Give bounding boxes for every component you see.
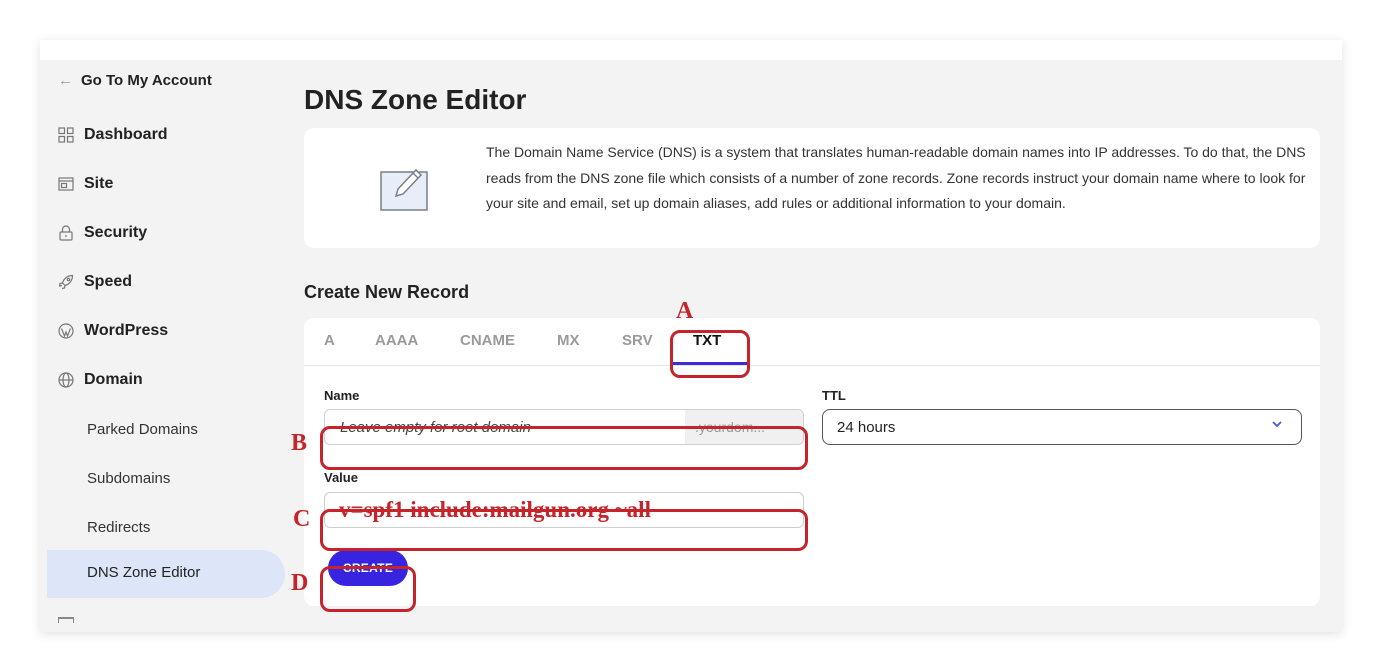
globe-icon xyxy=(58,372,74,388)
domain-suffix: .yourdom... xyxy=(685,410,803,444)
edit-note-icon xyxy=(378,162,430,214)
ttl-value: 24 hours xyxy=(837,418,896,436)
tab-a[interactable]: A xyxy=(324,332,335,349)
sidebar-item-dashboard[interactable]: Dashboard xyxy=(58,123,168,147)
app-window: ← Go To My Account Dashboard Site Securi… xyxy=(40,40,1342,632)
arrow-left-icon: ← xyxy=(58,72,73,89)
sidebar-item-label: WordPress xyxy=(84,322,169,339)
name-placeholder: Leave empty for root domain xyxy=(340,418,531,436)
tab-srv[interactable]: SRV xyxy=(622,332,653,349)
sidebar: ← Go To My Account Dashboard Site Securi… xyxy=(40,60,290,632)
tab-aaaa[interactable]: AAAA xyxy=(375,332,418,349)
sidebar-item-wordpress[interactable]: WordPress xyxy=(58,319,168,343)
name-input[interactable]: Leave empty for root domain .yourdom... xyxy=(324,409,804,445)
sidebar-item-site[interactable]: Site xyxy=(58,172,113,196)
grid-icon xyxy=(58,127,74,143)
sidebar-item-label: Security xyxy=(84,224,148,241)
sidebar-subitem-dns-zone-editor[interactable]: DNS Zone Editor xyxy=(47,550,285,598)
sidebar-subitem-label: Subdomains xyxy=(87,469,171,487)
create-record-card: A AAAA CNAME MX SRV TXT Name Leave empty… xyxy=(304,318,1320,606)
sidebar-item-speed[interactable]: Speed xyxy=(58,270,132,294)
active-tab-indicator xyxy=(670,362,750,365)
sidebar-item-label: Speed xyxy=(84,273,133,290)
sidebar-item-label: Domain xyxy=(84,371,143,388)
sidebar-item-label: Dashboard xyxy=(84,126,168,143)
sidebar-subitem-parked-domains[interactable]: Parked Domains xyxy=(87,417,198,441)
lock-icon xyxy=(58,225,74,241)
ttl-label: TTL xyxy=(822,388,846,403)
sidebar-item-security[interactable]: Security xyxy=(58,221,147,245)
back-label: Go To My Account xyxy=(81,72,212,89)
wordpress-icon xyxy=(58,323,74,339)
annotation-letter-d: D xyxy=(291,570,309,596)
annotation-letter-b: B xyxy=(291,430,308,456)
value-input[interactable]: v=spf1 include:mailgun.org ~all xyxy=(324,492,804,528)
sidebar-item-label: Site xyxy=(84,175,114,192)
annotation-letter-c: C xyxy=(293,506,311,532)
sidebar-next-item-peek xyxy=(58,617,74,623)
tab-cname[interactable]: CNAME xyxy=(460,332,515,349)
sidebar-subitem-label: Parked Domains xyxy=(87,420,198,438)
sidebar-subitem-label: DNS Zone Editor xyxy=(87,564,201,581)
record-type-tabs: A AAAA CNAME MX SRV TXT xyxy=(304,318,1320,366)
section-title: Create New Record xyxy=(304,282,470,302)
ttl-select[interactable]: 24 hours xyxy=(822,409,1302,445)
sidebar-subitem-redirects[interactable]: Redirects xyxy=(87,515,150,539)
go-to-my-account-link[interactable]: ← Go To My Account xyxy=(58,72,212,89)
value-label: Value xyxy=(324,470,358,485)
site-icon xyxy=(58,176,74,192)
sidebar-item-domain[interactable]: Domain xyxy=(58,368,143,392)
info-description: The Domain Name Service (DNS) is a syste… xyxy=(486,144,1306,211)
info-card: The Domain Name Service (DNS) is a syste… xyxy=(304,128,1320,248)
chevron-down-icon xyxy=(1271,418,1283,433)
tab-txt[interactable]: TXT xyxy=(693,332,721,349)
sidebar-subitem-label: Redirects xyxy=(87,518,151,536)
value-text: v=spf1 include:mailgun.org ~all xyxy=(339,497,651,522)
main-content: DNS Zone Editor The Domain Name Service … xyxy=(304,60,1334,632)
create-button[interactable]: CREATE xyxy=(328,550,408,586)
annotation-letter-a: A xyxy=(676,298,694,324)
tab-mx[interactable]: MX xyxy=(557,332,580,349)
sidebar-subitem-subdomains[interactable]: Subdomains xyxy=(87,466,170,490)
rocket-icon xyxy=(58,274,74,290)
name-label: Name xyxy=(324,388,360,403)
page-title: DNS Zone Editor xyxy=(304,84,527,115)
